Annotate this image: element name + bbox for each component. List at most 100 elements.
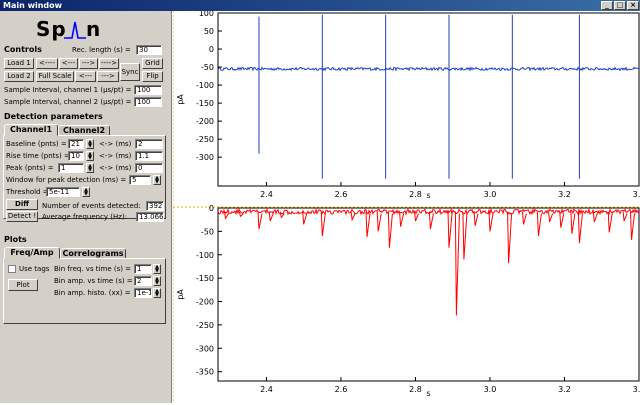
diff-button[interactable]: Diff (6, 199, 38, 210)
x-tick-label: 3.2 (558, 190, 571, 199)
interval1-label: Sample Interval, channel 1 (µs/pt) = (4, 86, 132, 94)
peak-label: Peak (pnts) = (6, 164, 54, 172)
y-tick-label: 0 (209, 204, 214, 213)
y-tick-label: -200 (196, 117, 214, 126)
window-input[interactable]: 5 (129, 175, 151, 185)
detection-header: Detection parameters (4, 112, 103, 121)
interval1-input[interactable]: 100 (134, 85, 162, 95)
x-tick-label: 2.6 (335, 385, 348, 394)
freq-label: Average frequency (Hz): (42, 213, 128, 221)
peak-spinner[interactable]: ▲ ▼ (86, 163, 94, 173)
freq-value: 13.0667 (136, 212, 164, 222)
nav-right-button[interactable]: ---> (79, 58, 98, 69)
baseline-arrow-label: <-> (ms) (99, 140, 132, 148)
load1-button[interactable]: Load 1 (4, 58, 34, 69)
y-tick-label: -250 (196, 135, 214, 144)
y-tick-label: -250 (196, 321, 214, 330)
nav-right2-button[interactable]: ---> (97, 71, 119, 82)
logo-text-a: Sp (36, 17, 67, 41)
rise-label: Rise time (pnts) = (6, 152, 70, 160)
y-axis-label: pA (176, 94, 185, 105)
plots-header: Plots (4, 235, 27, 244)
window-title: Main window (3, 1, 63, 10)
load2-button[interactable]: Load 2 (4, 71, 34, 82)
tab-freq-amp[interactable]: Freq/Amp (4, 247, 60, 259)
bin-histo-spinner[interactable]: ▲ ▼ (153, 288, 161, 298)
bin-histo-input[interactable]: 1e-1 (134, 288, 152, 298)
x-tick-label: 3.4 (633, 190, 640, 199)
detect-button[interactable]: Detect ! (6, 211, 38, 222)
x-tick-label: 3.0 (484, 385, 497, 394)
x-tick-label: 3.4 (633, 385, 640, 394)
peak-ms-input[interactable]: 0 (135, 163, 163, 173)
y-tick-label: -350 (196, 368, 214, 377)
x-tick-label: 3.0 (484, 190, 497, 199)
peak-arrow-label: <-> (ms) (99, 164, 132, 172)
plot-frame-2 (217, 207, 640, 382)
minimize-button[interactable]: _ (601, 1, 613, 10)
close-button[interactable]: × (627, 1, 639, 10)
x-axis-label: s (426, 191, 430, 200)
events-value: 392 (146, 201, 164, 211)
flip-button[interactable]: Flip (142, 71, 163, 82)
use-tags-checkbox[interactable] (8, 265, 16, 273)
bin-amp-spinner[interactable]: ▲ ▼ (153, 276, 161, 286)
x-tick-label: 3.2 (558, 385, 571, 394)
plots-svg[interactable]: 100 50 0 -50 -100 -150 -200 -250 -300 2.4 2.6 2.8 3.… (172, 9, 640, 403)
sync-button[interactable]: Sync (120, 63, 140, 81)
y-tick-label: -50 (201, 63, 214, 72)
events-label: Number of events detected: (42, 202, 141, 210)
baseline-ms-input[interactable]: 2 (135, 139, 163, 149)
controls-header: Controls (4, 45, 42, 54)
tab-channel1[interactable]: Channel1 (4, 124, 58, 136)
plot-frame-1 (217, 12, 640, 187)
rise-spinner[interactable]: ▲ ▼ (86, 151, 94, 161)
grid-button[interactable]: Grid (142, 58, 163, 69)
control-panel: Sp n Controls Rec. length (s) = 30 Load … (0, 11, 172, 403)
threshold-label: Threshold = (6, 188, 49, 196)
x-tick-label: 2.8 (409, 190, 422, 199)
rec-length-label: Rec. length (s) = (72, 46, 131, 54)
y-tick-label: -300 (196, 344, 214, 353)
x-tick-label: 2.6 (335, 190, 348, 199)
bin-freq-spinner[interactable]: ▲ ▼ (153, 264, 161, 274)
maximize-button[interactable]: □ (614, 1, 626, 10)
plots-area: 100 50 0 -50 -100 -150 -200 -250 -300 2.4 2.6 2.8 3.… (172, 9, 640, 403)
bin-amp-input[interactable]: 2 (134, 276, 152, 286)
spacan-logo: Sp n (36, 16, 132, 42)
nav-far-left-button[interactable]: <---- (36, 58, 58, 69)
bin-amp-label: Bin amp. vs time (s) = (54, 277, 133, 285)
threshold-spinner[interactable]: ▲ ▼ (82, 187, 90, 197)
window-label: Window for peak detection (ms) = (6, 176, 127, 184)
x-tick-label: 2.4 (260, 385, 273, 394)
y-tick-label: -150 (196, 274, 214, 283)
baseline-input[interactable]: 21 (68, 139, 84, 149)
plot-button[interactable]: Plot (8, 279, 38, 291)
nav-left2-button[interactable]: <--- (75, 71, 96, 82)
nav-far-right-button[interactable]: ----> (99, 58, 119, 69)
bin-freq-input[interactable]: 1 (134, 264, 152, 274)
interval2-label: Sample Interval, channel 2 (µs/pt) = (4, 98, 132, 106)
peak-input[interactable]: 1 (58, 163, 84, 173)
nav-left-button[interactable]: <--- (59, 58, 78, 69)
plot-2: 0 -50 -100 -150 -200 -250 -300 -350 2.4 2.6 2.8 3.0… (176, 204, 640, 398)
interval2-input[interactable]: 100 (134, 97, 162, 107)
rise-arrow-label: <-> (ms) (99, 152, 132, 160)
baseline-label: Baseline (pnts) = (6, 140, 67, 148)
y-tick-label: 50 (204, 27, 214, 36)
rise-input[interactable]: 10 (68, 151, 84, 161)
title-bar: Main window _ □ × (0, 0, 640, 11)
baseline-spinner[interactable]: ▲ ▼ (86, 139, 94, 149)
y-tick-label: -150 (196, 99, 214, 108)
rec-length-input[interactable]: 30 (136, 45, 162, 55)
y-tick-label: -50 (201, 227, 214, 236)
rise-ms-input[interactable]: 1.1 (135, 151, 163, 161)
use-tags-label: Use tags (19, 265, 50, 273)
x-tick-label: 2.4 (260, 190, 273, 199)
bin-freq-label: Bin freq. vs time (s) = (54, 265, 132, 273)
full-scale-button[interactable]: Full Scale (36, 71, 74, 82)
x-tick-label: 2.8 (409, 385, 422, 394)
threshold-input[interactable]: 5e-11 (46, 187, 80, 197)
channel1-pane: Baseline (pnts) = 21 ▲ ▼ <-> (ms) 2 Rise … (3, 135, 166, 222)
window-spinner[interactable]: ▲ ▼ (153, 175, 161, 185)
